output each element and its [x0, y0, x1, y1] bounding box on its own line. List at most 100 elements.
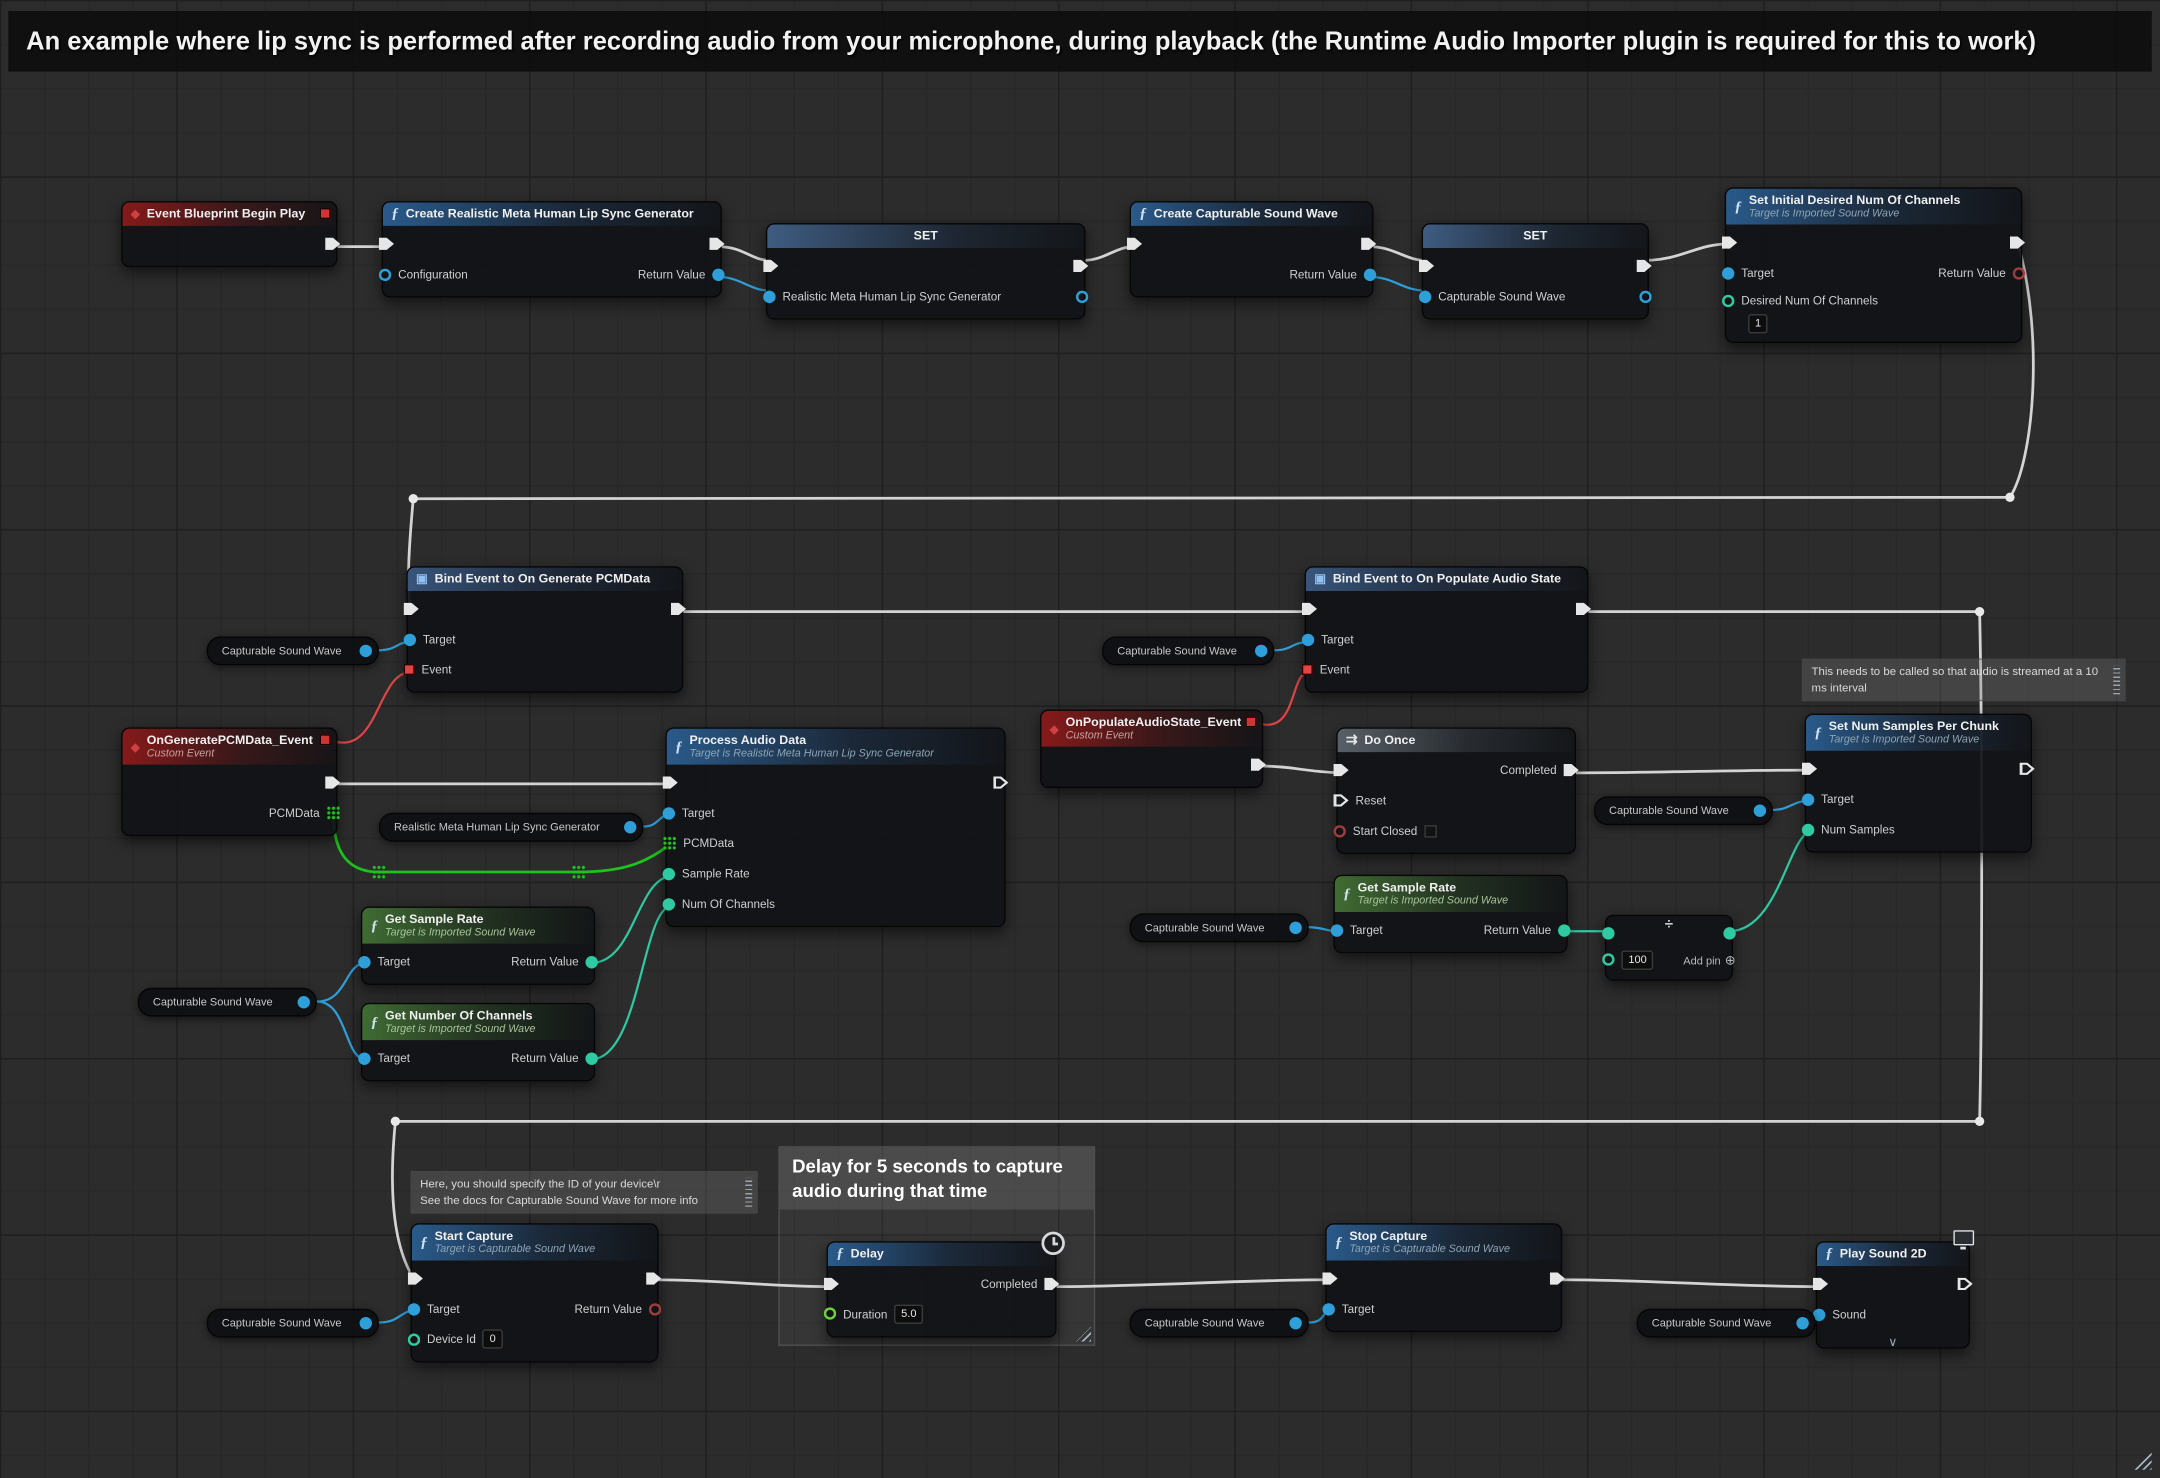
- reroute-dot[interactable]: [409, 494, 418, 503]
- target-pin[interactable]: [408, 1303, 420, 1315]
- device-id-input[interactable]: 0: [483, 1330, 503, 1348]
- reroute-dot[interactable]: [391, 1117, 400, 1126]
- exec-out-pin[interactable]: [709, 236, 724, 251]
- variable-pill-realistic-generator[interactable]: Realistic Meta Human Lip Sync Generator: [379, 813, 643, 842]
- completed-exec-out-pin[interactable]: [1564, 763, 1579, 778]
- exec-out-pin[interactable]: [1073, 258, 1088, 273]
- exec-in-pin[interactable]: [1302, 601, 1317, 616]
- exec-in-pin[interactable]: [1419, 258, 1434, 273]
- num-samples-pin[interactable]: [1802, 823, 1814, 835]
- variable-in-pin[interactable]: [763, 290, 775, 302]
- return-value-pin[interactable]: [712, 268, 724, 280]
- node-get-sample-rate[interactable]: ƒ Get Sample Rate Target is Imported Sou…: [1334, 875, 1568, 954]
- node-set-num-samples-per-chunk[interactable]: ƒ Set Num Samples Per Chunk Target is Im…: [1805, 714, 2032, 853]
- expand-chevron-icon[interactable]: ∨: [1888, 1336, 1897, 1348]
- variable-in-pin[interactable]: [1419, 290, 1431, 302]
- delegate-output-pin[interactable]: [1245, 716, 1256, 727]
- sample-rate-pin[interactable]: [663, 867, 675, 879]
- variable-out-pin[interactable]: [360, 1317, 372, 1329]
- exec-out-pin[interactable]: [671, 601, 686, 616]
- node-create-realistic-generator[interactable]: ƒ Create Realistic Meta Human Lip Sync G…: [382, 201, 722, 297]
- return-value-pin[interactable]: [1558, 924, 1570, 936]
- node-get-sample-rate[interactable]: ƒ Get Sample Rate Target is Imported Sou…: [361, 906, 595, 985]
- exec-out-pin[interactable]: [1576, 601, 1591, 616]
- exec-in-pin[interactable]: [1722, 235, 1737, 250]
- exec-out-pin[interactable]: [2020, 761, 2035, 776]
- exec-out-pin[interactable]: [1958, 1276, 1973, 1291]
- variable-out-pin[interactable]: [1796, 1317, 1808, 1329]
- variable-pill-capturable-sound-wave[interactable]: Capturable Sound Wave: [207, 1309, 379, 1338]
- node-bind-event-on-generate-pcmdata[interactable]: ▣ Bind Event to On Generate PCMData Targ…: [406, 566, 683, 693]
- add-pin-icon[interactable]: ⊕: [1725, 953, 1736, 968]
- variable-pill-capturable-sound-wave[interactable]: Capturable Sound Wave: [1102, 636, 1274, 665]
- variable-out-pin[interactable]: [1076, 290, 1088, 302]
- pcmdata-pin[interactable]: [663, 836, 677, 850]
- target-pin[interactable]: [663, 807, 675, 819]
- exec-in-pin[interactable]: [1127, 236, 1142, 251]
- variable-pill-capturable-sound-wave[interactable]: Capturable Sound Wave: [207, 636, 379, 665]
- desired-num-channels-pin[interactable]: [1722, 294, 1734, 306]
- return-value-pin[interactable]: [585, 1052, 597, 1064]
- target-pin[interactable]: [358, 955, 370, 967]
- delegate-output-pin[interactable]: [320, 734, 331, 745]
- exec-in-pin[interactable]: [1322, 1271, 1337, 1286]
- divisor-pin[interactable]: [1602, 954, 1614, 966]
- variable-pill-capturable-sound-wave[interactable]: Capturable Sound Wave: [1130, 913, 1309, 942]
- exec-in-pin[interactable]: [1813, 1276, 1828, 1291]
- exec-in-pin[interactable]: [408, 1271, 423, 1286]
- return-value-pin[interactable]: [649, 1303, 661, 1315]
- blueprint-canvas[interactable]: An example where lip sync is performed a…: [0, 0, 2160, 1478]
- node-set-realistic-generator[interactable]: SET Realistic Meta Human Lip Sync Genera…: [766, 223, 1086, 319]
- variable-out-pin[interactable]: [360, 645, 372, 657]
- target-pin[interactable]: [1802, 793, 1814, 805]
- variable-out-pin[interactable]: [1639, 290, 1651, 302]
- desired-num-channels-input[interactable]: 1: [1748, 315, 1768, 333]
- divisor-input[interactable]: 100: [1621, 951, 1653, 969]
- variable-out-pin[interactable]: [1255, 645, 1267, 657]
- node-set-capturable-sound-wave[interactable]: SET Capturable Sound Wave: [1422, 223, 1649, 319]
- target-pin[interactable]: [1302, 633, 1314, 645]
- target-pin[interactable]: [1322, 1303, 1334, 1315]
- node-do-once[interactable]: ⇉ Do Once Completed Reset Start Closed: [1336, 727, 1576, 854]
- exec-in-pin[interactable]: [763, 258, 778, 273]
- dividend-pin[interactable]: [1602, 927, 1614, 939]
- variable-out-pin[interactable]: [1289, 1317, 1301, 1329]
- variable-pill-capturable-sound-wave[interactable]: Capturable Sound Wave: [1637, 1309, 1816, 1338]
- node-delay[interactable]: ƒ Delay Completed Duration5.0: [827, 1241, 1057, 1337]
- exec-in-pin[interactable]: [1802, 761, 1817, 776]
- exec-in-pin[interactable]: [663, 775, 678, 790]
- exec-out-pin[interactable]: [1251, 757, 1266, 772]
- node-bind-event-on-populate-audio-state[interactable]: ▣ Bind Event to On Populate Audio State …: [1305, 566, 1589, 693]
- completed-exec-out-pin[interactable]: [1044, 1276, 1059, 1291]
- exec-out-pin[interactable]: [1361, 236, 1376, 251]
- variable-out-pin[interactable]: [1754, 805, 1766, 817]
- exec-out-pin[interactable]: [993, 775, 1008, 790]
- exec-out-pin[interactable]: [1550, 1271, 1565, 1286]
- node-set-initial-desired-num-channels[interactable]: ƒ Set Initial Desired Num Of Channels Ta…: [1725, 187, 2023, 343]
- exec-in-pin[interactable]: [1334, 763, 1349, 778]
- variable-out-pin[interactable]: [1289, 922, 1301, 934]
- node-play-sound-2d[interactable]: ƒ Play Sound 2D Sound ∨: [1816, 1241, 1970, 1348]
- variable-out-pin[interactable]: [298, 996, 310, 1008]
- exec-out-pin[interactable]: [325, 775, 340, 790]
- pcmdata-pin[interactable]: [326, 806, 340, 820]
- reroute-dot[interactable]: [2005, 493, 2014, 502]
- result-pin[interactable]: [1723, 927, 1735, 939]
- node-event-begin-play[interactable]: ◆ Event Blueprint Begin Play: [121, 201, 337, 267]
- target-pin[interactable]: [404, 633, 416, 645]
- reroute-dot[interactable]: [1975, 1117, 1984, 1126]
- reroute-dot[interactable]: [1975, 607, 1984, 616]
- variable-pill-capturable-sound-wave[interactable]: Capturable Sound Wave: [1594, 796, 1773, 825]
- node-enabled-indicator[interactable]: [320, 208, 331, 219]
- return-value-pin[interactable]: [585, 955, 597, 967]
- target-pin[interactable]: [1331, 924, 1343, 936]
- variable-out-pin[interactable]: [624, 821, 636, 833]
- device-id-pin[interactable]: [408, 1333, 420, 1345]
- node-divide[interactable]: ÷ 100 Add pin⊕: [1605, 915, 1733, 981]
- add-pin-label[interactable]: Add pin: [1683, 954, 1720, 966]
- node-get-number-of-channels[interactable]: ƒ Get Number Of Channels Target is Impor…: [361, 1003, 595, 1082]
- target-pin[interactable]: [358, 1052, 370, 1064]
- event-delegate-pin[interactable]: [1302, 664, 1313, 675]
- node-create-capturable-sound-wave[interactable]: ƒ Create Capturable Sound Wave Return Va…: [1130, 201, 1374, 297]
- node-onpopulateaudiostate-event[interactable]: ◆ OnPopulateAudioState_Event Custom Even…: [1040, 709, 1263, 788]
